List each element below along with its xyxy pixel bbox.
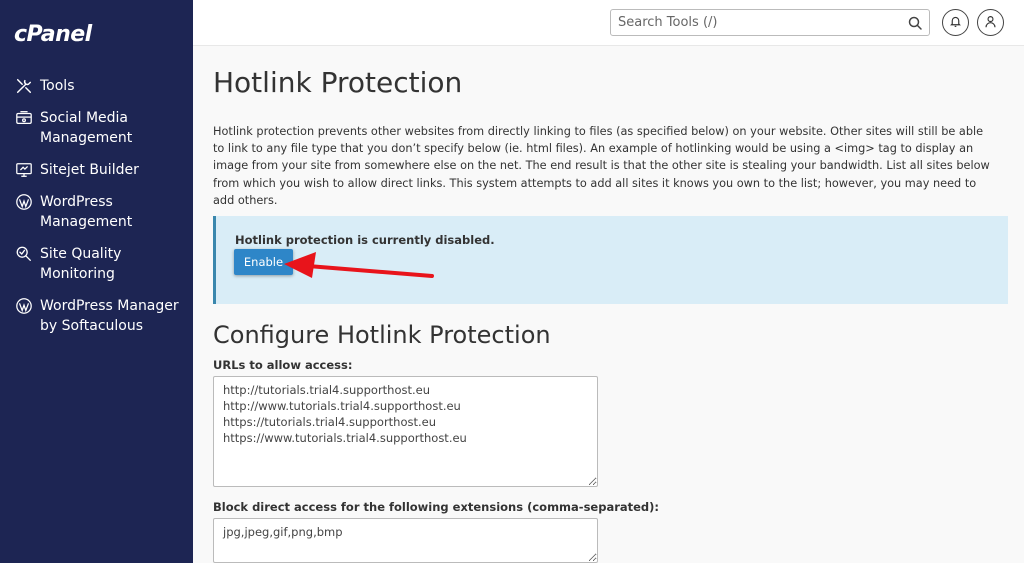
- page-description: Hotlink protection prevents other websit…: [213, 125, 990, 207]
- sidebar-item-social-media[interactable]: Social Media Management: [0, 108, 193, 148]
- status-text: Hotlink protection is currently disabled…: [235, 233, 495, 247]
- sidebar-item-label: WordPress Management: [40, 194, 133, 230]
- extensions-label: Block direct access for the following ex…: [213, 500, 660, 514]
- wordpress-icon: [14, 192, 34, 212]
- sidebar-item-label: Site Quality Monitoring: [40, 246, 122, 282]
- sitejet-icon: [14, 160, 34, 180]
- sidebar-item-label: Social Media Management: [40, 110, 133, 146]
- extensions-textarea[interactable]: jpg,jpeg,gif,png,bmp: [213, 518, 598, 563]
- user-menu-button[interactable]: [977, 9, 1004, 36]
- sidebar-item-label: WordPress Manager by Softaculous: [40, 298, 179, 334]
- sidebar-item-label: Sitejet Builder: [40, 162, 139, 178]
- sidebar: cPanel Tools Social Media Management Sit…: [0, 0, 193, 563]
- url-line: http://www.tutorials.trial4.supporthost.…: [223, 399, 461, 413]
- sidebar-item-sitejet[interactable]: Sitejet Builder: [0, 160, 193, 180]
- sidebar-item-wordpress-softaculous[interactable]: WordPress Manager by Softaculous: [0, 296, 193, 336]
- social-media-icon: [14, 108, 34, 128]
- sidebar-item-wordpress-management[interactable]: WordPress Management: [0, 192, 193, 232]
- url-line: https://www.tutorials.trial4.supporthost…: [223, 431, 467, 445]
- search-box: [610, 9, 930, 36]
- tools-icon: [14, 76, 34, 96]
- sidebar-item-tools[interactable]: Tools: [0, 76, 193, 96]
- search-icon[interactable]: [907, 15, 923, 31]
- extensions-value: jpg,jpeg,gif,png,bmp: [223, 525, 343, 539]
- urls-textarea[interactable]: http://tutorials.trial4.supporthost.eu h…: [213, 376, 598, 487]
- sidebar-item-site-quality[interactable]: Site Quality Monitoring: [0, 244, 193, 284]
- sidebar-nav: Tools Social Media Management Sitejet Bu…: [0, 76, 193, 348]
- user-icon: [984, 13, 997, 32]
- bell-icon: [949, 13, 962, 32]
- url-line: http://tutorials.trial4.supporthost.eu: [223, 383, 431, 397]
- sidebar-item-label: Tools: [40, 78, 75, 94]
- cpanel-logo[interactable]: cPanel: [14, 22, 92, 47]
- notifications-button[interactable]: [942, 9, 969, 36]
- urls-label: URLs to allow access:: [213, 358, 353, 372]
- wordpress-icon: [14, 296, 34, 316]
- site-quality-icon: [14, 244, 34, 264]
- url-line: https://tutorials.trial4.supporthost.eu: [223, 415, 437, 429]
- search-input[interactable]: [611, 10, 896, 35]
- top-bar: [193, 0, 1024, 46]
- annotation-arrow-icon: [284, 252, 434, 278]
- page-title: Hotlink Protection: [213, 66, 463, 99]
- section-title: Configure Hotlink Protection: [213, 321, 551, 349]
